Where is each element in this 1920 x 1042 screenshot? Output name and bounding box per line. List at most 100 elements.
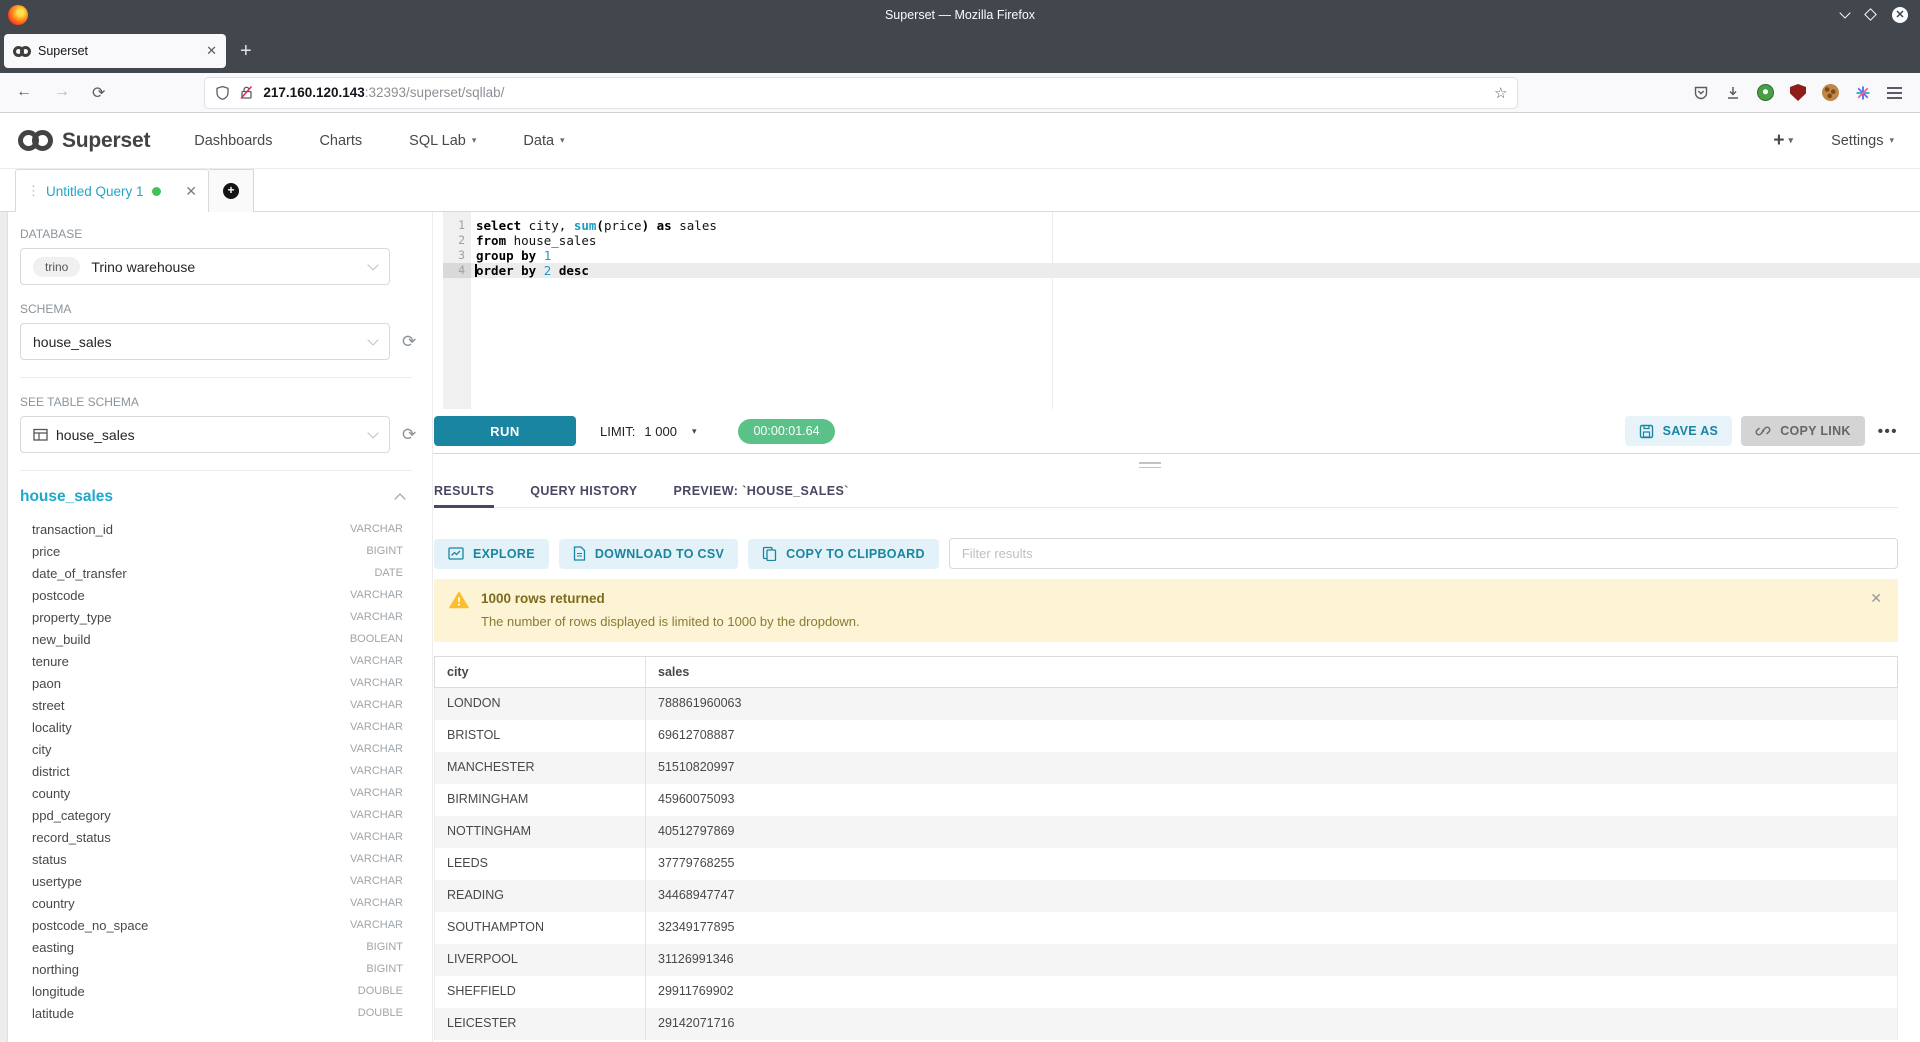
table-row: SOUTHAMPTON32349177895 [434, 912, 1898, 944]
add-new-button[interactable]: +▾ [1773, 130, 1793, 152]
table-cell: 34468947747 [646, 880, 1897, 912]
limit-label: LIMIT: [600, 424, 635, 439]
chevron-down-icon: ▾ [1789, 135, 1794, 146]
code-line[interactable]: group by 1 [471, 248, 1920, 263]
column-name: property_type [32, 610, 112, 625]
results-tab-2[interactable]: PREVIEW: `HOUSE_SALES` [674, 477, 849, 508]
nav-item-data[interactable]: Data▾ [523, 133, 564, 149]
nav-item-charts[interactable]: Charts [319, 133, 362, 149]
sql-editor[interactable]: 1234 select city, sum(price) as salesfro… [433, 212, 1920, 409]
ublock-icon[interactable] [1790, 84, 1806, 101]
save-as-button[interactable]: SAVE AS [1625, 416, 1733, 446]
filter-results-input[interactable] [949, 538, 1898, 569]
table-row: READING34468947747 [434, 880, 1898, 912]
more-actions-button[interactable]: ••• [1878, 423, 1898, 440]
explore-button[interactable]: EXPLORE [434, 539, 549, 569]
query-tab[interactable]: ⋮ Untitled Query 1 ✕ [15, 169, 209, 212]
new-tab-button[interactable]: + [240, 40, 252, 63]
menu-icon[interactable] [1887, 87, 1902, 99]
collapse-chevron-icon[interactable] [394, 493, 405, 504]
nav-item-sql-lab[interactable]: SQL Lab▾ [409, 133, 476, 149]
container-extension-icon[interactable] [1855, 85, 1871, 101]
results-tab-1[interactable]: QUERY HISTORY [530, 477, 637, 508]
line-number: 1 [443, 218, 471, 233]
table-cell: MANCHESTER [435, 752, 646, 784]
pocket-icon[interactable] [1693, 85, 1709, 101]
superset-logo[interactable] [18, 130, 53, 151]
column-name: status [32, 852, 67, 867]
tab-close-icon[interactable]: ✕ [206, 43, 217, 59]
window-close-icon[interactable]: ✕ [1892, 7, 1908, 23]
nav-item-dashboards[interactable]: Dashboards [194, 133, 272, 149]
insecure-lock-icon[interactable] [239, 85, 254, 100]
firefox-window: Superset — Mozilla Firefox ✕ Superset ✕ … [0, 0, 1920, 1042]
copy-link-button[interactable]: COPY LINK [1741, 416, 1865, 446]
drag-handle-icon[interactable]: ⋮ [27, 183, 38, 199]
back-icon[interactable]: ← [16, 83, 32, 103]
database-value: Trino warehouse [91, 259, 195, 275]
settings-menu[interactable]: Settings▾ [1831, 133, 1894, 149]
header-cell-city[interactable]: city [435, 657, 646, 687]
table-cell: BIRMINGHAM [435, 784, 646, 816]
table-cell: SHEFFIELD [435, 976, 646, 1008]
table-select[interactable]: house_sales [20, 416, 390, 453]
table-value: house_sales [56, 427, 135, 443]
column-type: VARCHAR [350, 853, 403, 865]
privacy-badger-icon[interactable] [1757, 84, 1774, 101]
table-name-heading[interactable]: house_sales [20, 488, 113, 506]
schema-select[interactable]: house_sales [20, 323, 390, 360]
cookie-extension-icon[interactable] [1822, 84, 1839, 101]
database-select[interactable]: trino Trino warehouse [20, 248, 390, 285]
limit-dropdown[interactable]: LIMIT: 1 000 ▾ [600, 424, 696, 439]
alert-close-icon[interactable]: ✕ [1870, 590, 1882, 607]
table-cell: NOTTINGHAM [435, 816, 646, 848]
brand-name[interactable]: Superset [62, 129, 150, 153]
refresh-schemas-icon[interactable]: ⟳ [402, 332, 416, 352]
download-icon[interactable] [1725, 85, 1741, 101]
column-name: country [32, 896, 75, 911]
pane-splitter[interactable] [433, 454, 1920, 477]
code-line[interactable]: from house_sales [471, 233, 1920, 248]
column-type: DOUBLE [358, 985, 403, 997]
browser-tab[interactable]: Superset ✕ [4, 34, 226, 68]
chart-icon [448, 547, 464, 560]
window-maximize-icon[interactable] [1864, 8, 1877, 21]
link-icon [1755, 424, 1771, 438]
table-cell: BRISTOL [435, 720, 646, 752]
run-button[interactable]: RUN [434, 416, 576, 446]
table-row: LONDON788861960063 [434, 688, 1898, 720]
column-type: VARCHAR [350, 919, 403, 931]
copy-clipboard-button[interactable]: COPY TO CLIPBOARD [748, 539, 939, 569]
header-cell-sales[interactable]: sales [646, 657, 1897, 687]
column-row: paonVARCHAR [20, 672, 432, 694]
column-row: eastingBIGINT [20, 936, 432, 958]
reload-icon[interactable]: ⟳ [92, 83, 105, 103]
results-tab-0[interactable]: RESULTS [434, 477, 494, 508]
bookmark-star-icon[interactable]: ☆ [1494, 84, 1507, 102]
window-minimize-icon[interactable] [1839, 7, 1850, 18]
url-bar[interactable]: 217.160.120.143:32393/superset/sqllab/ ☆ [205, 78, 1517, 108]
column-row: status VARCHAR [20, 848, 432, 870]
alert-message: The number of rows displayed is limited … [481, 614, 1882, 629]
code-line[interactable]: order by 2 desc [471, 263, 1920, 278]
warning-icon [449, 591, 469, 609]
forward-icon[interactable]: → [54, 83, 70, 103]
sidebar-edge [0, 212, 8, 1042]
chevron-down-icon: ▾ [692, 426, 697, 437]
refresh-tables-icon[interactable]: ⟳ [402, 425, 416, 445]
column-type: VARCHAR [350, 589, 403, 601]
code-line[interactable]: select city, sum(price) as sales [471, 218, 1920, 233]
alert-title: 1000 rows returned [481, 591, 1882, 606]
download-csv-button[interactable]: DOWNLOAD TO CSV [559, 539, 738, 569]
query-tab-close-icon[interactable]: ✕ [185, 183, 197, 200]
results-pane: RESULTS QUERY HISTORY PREVIEW: `HOUSE_SALE… [433, 477, 1920, 1040]
column-name: street [32, 698, 65, 713]
column-type: VARCHAR [350, 523, 403, 535]
column-type: VARCHAR [350, 721, 403, 733]
browser-tabstrip: Superset ✕ + [0, 29, 1920, 73]
column-type: VARCHAR [350, 677, 403, 689]
shield-icon[interactable] [215, 85, 230, 101]
add-query-tab[interactable]: + [209, 169, 254, 212]
column-name: tenure [32, 654, 69, 669]
column-type: VARCHAR [350, 655, 403, 667]
